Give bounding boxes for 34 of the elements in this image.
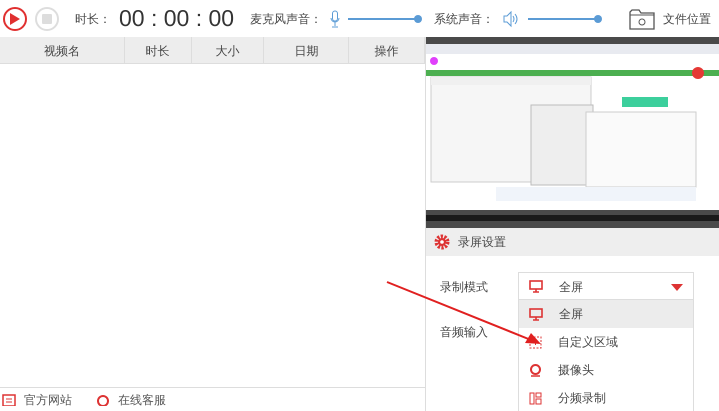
recording-mode-select[interactable]: 全屏: [518, 272, 694, 301]
monitor-icon: [529, 308, 543, 320]
slider-handle[interactable]: [414, 14, 422, 22]
record-button[interactable]: [3, 6, 27, 30]
duration-label: 时长：: [75, 10, 111, 28]
stop-icon: [42, 14, 52, 24]
gear-icon: [434, 234, 450, 250]
region-icon: [529, 336, 542, 348]
speaker-icon: [502, 10, 520, 28]
column-header: 时长: [124, 37, 192, 64]
monitor-icon: [529, 280, 543, 293]
microphone-icon: [330, 10, 340, 28]
field-label: 音频输入: [439, 324, 489, 341]
caret-icon: [671, 284, 683, 291]
split-screen-icon: [529, 392, 542, 404]
field-label: 录制模式: [439, 278, 489, 296]
duration-timer: 00 : 00 : 00: [119, 4, 234, 34]
column-header: 视频名: [0, 37, 125, 64]
headset-icon: [96, 394, 110, 406]
column-header: 日期: [264, 37, 350, 64]
slider-handle[interactable]: [594, 14, 602, 22]
camera-icon: [529, 364, 542, 376]
column-header: 大小: [192, 37, 264, 64]
dropdown-option[interactable]: 全屏: [519, 300, 693, 328]
file-location-button[interactable]: 文件位置: [629, 6, 711, 30]
volume-label: 系统声音：: [434, 10, 494, 28]
list-icon: [2, 394, 16, 406]
folder-icon: [629, 6, 655, 30]
settings-title: 录屏设置: [458, 234, 506, 251]
footer-link[interactable]: 在线客服: [96, 390, 166, 408]
volume-label: 麦克风声音：: [250, 10, 322, 28]
play-icon: [10, 12, 20, 24]
footer-link[interactable]: 官方网站: [2, 390, 72, 408]
column-header: 操作: [349, 37, 425, 64]
